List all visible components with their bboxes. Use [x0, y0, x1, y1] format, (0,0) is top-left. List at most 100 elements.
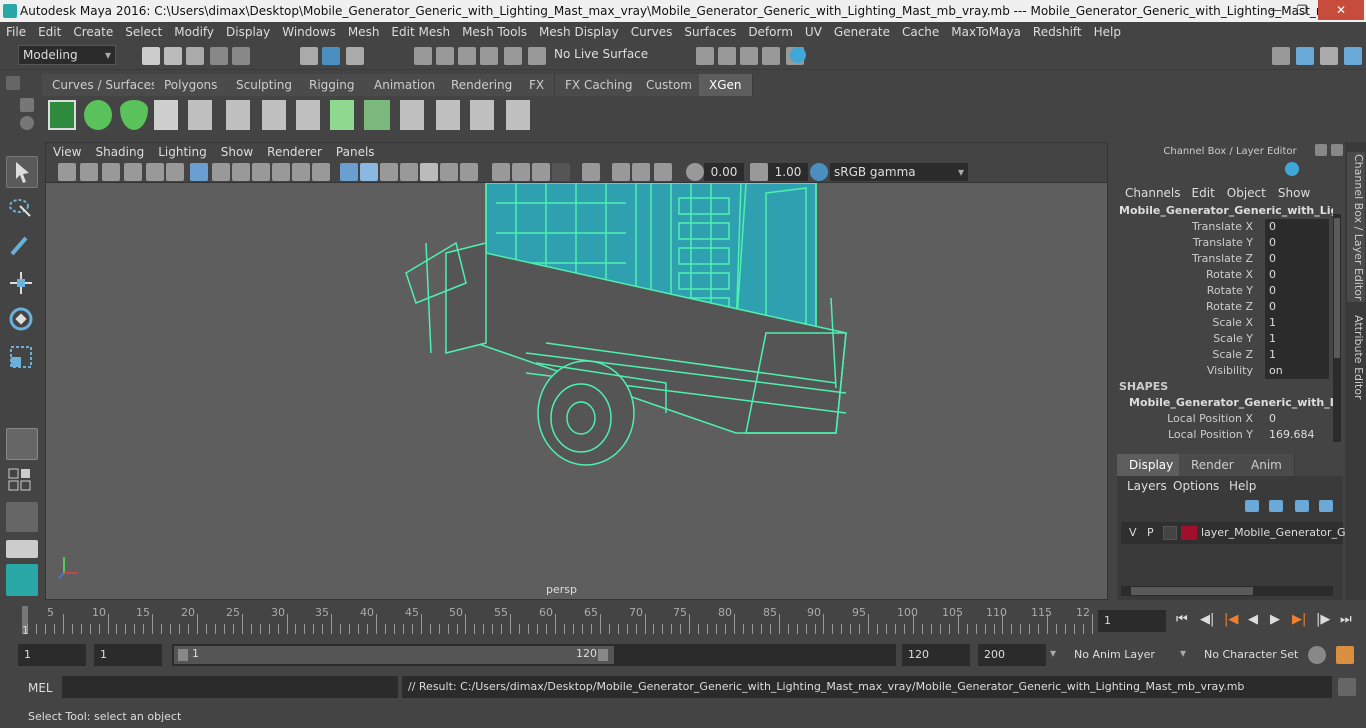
- select-camera-icon[interactable]: [58, 163, 76, 181]
- menu-maxtomaya[interactable]: MaxToMaya: [945, 22, 1027, 42]
- gamma-field[interactable]: 1.00: [768, 163, 808, 181]
- shelf-tab-custom[interactable]: Custom: [636, 74, 703, 96]
- animation-preferences-icon[interactable]: [1336, 646, 1354, 664]
- animation-end-field[interactable]: 200: [978, 644, 1046, 666]
- image-plane-icon[interactable]: [124, 163, 142, 181]
- shelf-menu-icon[interactable]: [6, 76, 20, 90]
- layer-name[interactable]: layer_Mobile_Generator_Ge: [1201, 526, 1352, 539]
- layer-tab-render[interactable]: Render: [1179, 454, 1247, 476]
- channel-box-scrollbar[interactable]: [1333, 214, 1341, 442]
- go-to-end-icon[interactable]: ⏭: [1340, 612, 1352, 627]
- live-surface-field[interactable]: No Live Surface: [550, 45, 652, 65]
- attr-value[interactable]: 0: [1265, 283, 1329, 299]
- paint-select-tool-icon[interactable]: [6, 230, 38, 262]
- menu-mesh[interactable]: Mesh: [342, 22, 386, 42]
- layer-menu-help[interactable]: Help: [1229, 479, 1256, 493]
- single-perspective-layout-icon[interactable]: [6, 428, 38, 460]
- shadows-icon[interactable]: [460, 163, 478, 181]
- tool-settings-toggle-icon[interactable]: [1320, 47, 1338, 65]
- attr-value[interactable]: 0: [1265, 235, 1329, 251]
- xgen-delete-guides-icon[interactable]: [506, 100, 530, 130]
- chevron-down-icon[interactable]: ▾: [1050, 646, 1056, 660]
- shelf-tab-xgen[interactable]: XGen: [699, 74, 753, 96]
- new-layer-icon[interactable]: [1295, 500, 1309, 512]
- vp-menu-show[interactable]: Show: [214, 143, 260, 161]
- attr-row-scale-x[interactable]: Scale X 1: [1115, 315, 1333, 331]
- field-chart-icon[interactable]: [272, 163, 290, 181]
- shelf-tabs-list-icon[interactable]: [20, 98, 34, 112]
- backface-culling-icon[interactable]: [654, 163, 672, 181]
- textured-icon[interactable]: [400, 163, 418, 181]
- menu-cache[interactable]: Cache: [896, 22, 945, 42]
- four-view-layout-icon[interactable]: [6, 466, 34, 494]
- menu-mesh-display[interactable]: Mesh Display: [533, 22, 625, 42]
- attr-value[interactable]: 1: [1265, 331, 1329, 347]
- side-tab-attribute-editor[interactable]: Attribute Editor: [1347, 312, 1365, 402]
- grid-icon[interactable]: [190, 163, 208, 181]
- auto-key-icon[interactable]: [1308, 646, 1326, 664]
- scale-tool-icon[interactable]: [6, 342, 38, 374]
- attr-value[interactable]: 0: [1265, 411, 1329, 427]
- snap-grid-icon[interactable]: [414, 47, 432, 65]
- playback-end-field[interactable]: 120: [902, 644, 970, 666]
- menu-help[interactable]: Help: [1088, 22, 1127, 42]
- command-input[interactable]: [62, 676, 398, 698]
- new-scene-icon[interactable]: [142, 47, 160, 65]
- shelf-tab-sculpting[interactable]: Sculpting: [226, 74, 304, 96]
- layer-tab-display[interactable]: Display: [1117, 454, 1187, 476]
- play-backwards-icon[interactable]: ◀: [1248, 612, 1258, 627]
- selected-object-name[interactable]: Mobile_Generator_Generic_with_Light...: [1119, 204, 1333, 217]
- vp-menu-renderer[interactable]: Renderer: [260, 143, 329, 161]
- xray-icon[interactable]: [420, 163, 438, 181]
- vp-menu-shading[interactable]: Shading: [88, 143, 151, 161]
- side-tab-channel-box[interactable]: Channel Box / Layer Editor: [1347, 152, 1365, 302]
- playback-start-field[interactable]: 1: [94, 644, 162, 666]
- range-slider[interactable]: 1 120: [172, 644, 896, 666]
- close-panel-icon[interactable]: [1331, 144, 1343, 156]
- outliner-layout-icon[interactable]: [6, 502, 38, 532]
- step-forward-frame-icon[interactable]: |▶: [1316, 612, 1330, 627]
- range-slider-handle[interactable]: 1 120: [174, 646, 614, 664]
- xray-joints-icon[interactable]: [612, 163, 630, 181]
- select-component-icon[interactable]: [346, 47, 364, 65]
- attr-row-scale-z[interactable]: Scale Z 1: [1115, 347, 1333, 363]
- menu-file[interactable]: File: [0, 22, 32, 42]
- redo-icon[interactable]: [232, 47, 250, 65]
- attr-value[interactable]: 0: [1265, 267, 1329, 283]
- undo-icon[interactable]: [210, 47, 228, 65]
- snap-curve-icon[interactable]: [436, 47, 454, 65]
- attr-row-rotate-x[interactable]: Rotate X 0: [1115, 267, 1333, 283]
- xgen-lock-guide-icon[interactable]: [296, 100, 320, 130]
- close-button[interactable]: ✕: [1318, 0, 1364, 20]
- command-language-label[interactable]: MEL: [28, 681, 53, 695]
- depth-of-field-icon[interactable]: [552, 163, 570, 181]
- xray-active-icon[interactable]: [632, 163, 650, 181]
- motion-blur-icon[interactable]: [512, 163, 530, 181]
- xgen-grass-icon[interactable]: [330, 100, 354, 130]
- attr-row-local-position-x[interactable]: Local Position X 0: [1115, 411, 1333, 427]
- vp-menu-view[interactable]: View: [46, 143, 88, 161]
- render-icon[interactable]: [718, 47, 736, 65]
- attr-row-rotate-z[interactable]: Rotate Z 0: [1115, 299, 1333, 315]
- grease-pencil-icon[interactable]: [166, 163, 184, 181]
- render-globe-icon[interactable]: [790, 47, 806, 63]
- xgen-place-guides-icon[interactable]: [188, 100, 212, 130]
- select-hierarchy-icon[interactable]: [300, 47, 318, 65]
- time-slider[interactable]: 1 5 10 15 20 25 30 35 40 45 50 55 60 65 70 75 80 85 90 95 1…: [0, 602, 1366, 638]
- attr-row-rotate-y[interactable]: Rotate Y 0: [1115, 283, 1333, 299]
- shelf-tab-fx[interactable]: FX: [519, 74, 556, 96]
- float-panel-icon[interactable]: [1315, 144, 1327, 156]
- xgen-create-description-icon[interactable]: [154, 100, 178, 130]
- shelf-tab-animation[interactable]: Animation: [364, 74, 447, 96]
- xgen-leaf-icon[interactable]: [120, 100, 148, 130]
- attr-row-local-position-y[interactable]: Local Position Y 169.684: [1115, 427, 1333, 443]
- anim-layer-dropdown[interactable]: No Anim Layer: [1068, 644, 1172, 666]
- shelf-tab-curves-surfaces[interactable]: Curves / Surfaces: [42, 74, 169, 96]
- save-scene-icon[interactable]: [186, 47, 204, 65]
- maximize-button[interactable]: ❐: [1286, 0, 1318, 20]
- attr-value[interactable]: 1: [1265, 315, 1329, 331]
- layer-tab-anim[interactable]: Anim: [1239, 454, 1295, 476]
- attr-value[interactable]: on: [1265, 363, 1329, 379]
- attr-value[interactable]: 0: [1265, 219, 1329, 235]
- snap-projected-icon[interactable]: [480, 47, 498, 65]
